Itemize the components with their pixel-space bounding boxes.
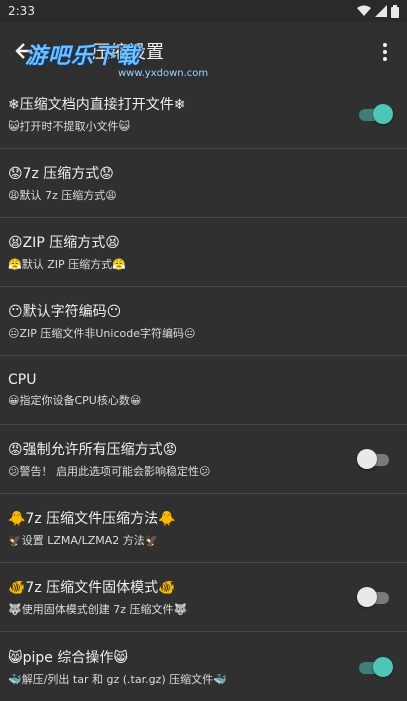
status-time: 2:33 [8, 4, 35, 18]
watermark-url: www.yxdown.com [118, 68, 209, 79]
setting-title: CPU [8, 372, 37, 388]
toggle-switch[interactable] [357, 104, 393, 124]
overflow-menu-button[interactable] [369, 32, 401, 72]
setting-pipe-operations[interactable]: 😸pipe 综合操作😸 🐳解压/列出 tar 和 gz (.tar.gz) 压缩文… [0, 632, 407, 701]
setting-zip-method[interactable]: 😫ZIP 压缩方式😫 😤默认 ZIP 压缩方式😤 [0, 218, 407, 287]
setting-title: 😡强制允许所有压缩方式😡 [8, 442, 178, 458]
setting-subtitle: 🐺使用固体模式创建 7z 压缩文件🐺 [8, 603, 188, 616]
setting-subtitle: 😤默认 ZIP 压缩方式😤 [8, 258, 126, 271]
setting-7z-method[interactable]: 😟7z 压缩方式😟 😩默认 7z 压缩方式😩 [0, 149, 407, 218]
setting-title: ❄压缩文档内直接打开文件❄ [8, 97, 186, 113]
setting-subtitle: 🐳解压/列出 tar 和 gz (.tar.gz) 压缩文件🐳 [8, 672, 227, 686]
setting-open-directly[interactable]: ❄压缩文档内直接打开文件❄ 😺打开时不提取小文件😺 [0, 80, 407, 149]
signal-icon [375, 5, 387, 17]
setting-subtitle: 😐ZIP 压缩文件非Unicode字符编码😐 [8, 327, 196, 340]
setting-force-all-methods[interactable]: 😡强制允许所有压缩方式😡 😕警告！ 启用此选项可能会影响稳定性😕 [0, 425, 407, 494]
setting-title: 🐥7z 压缩文件压缩方法🐥 [8, 511, 176, 527]
setting-subtitle: 😩默认 7z 压缩方式😩 [8, 189, 117, 202]
status-bar: 2:33 [0, 0, 407, 22]
setting-title: 😶默认字符编码😶 [8, 304, 122, 320]
watermark-logo: 游吧乐下载 [25, 44, 141, 69]
wifi-icon [357, 5, 371, 16]
status-icons [357, 4, 399, 18]
setting-title: 😸pipe 综合操作😸 [8, 649, 128, 666]
setting-subtitle: 😕警告！ 启用此选项可能会影响稳定性😕 [8, 465, 211, 478]
more-vert-icon [383, 43, 387, 61]
setting-title: 😟7z 压缩方式😟 [8, 166, 114, 182]
battery-icon [391, 4, 399, 18]
setting-title: 😫ZIP 压缩方式😫 [8, 235, 120, 251]
settings-list: ❄压缩文档内直接打开文件❄ 😺打开时不提取小文件😺 😟7z 压缩方式😟 😩默认 7z… [0, 80, 407, 701]
setting-subtitle: 😺打开时不提取小文件😺 [8, 120, 130, 133]
setting-7z-solid-mode[interactable]: 🐠7z 压缩文件固体模式🐠 🐺使用固体模式创建 7z 压缩文件🐺 [0, 563, 407, 632]
toolbar: 压缩设置 游吧乐下载 www.yxdown.com [0, 22, 407, 80]
setting-cpu[interactable]: CPU 😀指定你设备CPU核心数😀 [0, 356, 407, 425]
toggle-switch[interactable] [357, 587, 393, 607]
setting-charset[interactable]: 😶默认字符编码😶 😐ZIP 压缩文件非Unicode字符编码😐 [0, 287, 407, 356]
toggle-switch[interactable] [357, 656, 393, 677]
setting-7z-compress-method[interactable]: 🐥7z 压缩文件压缩方法🐥 🦅设置 LZMA/LZMA2 方法🦅 [0, 494, 407, 563]
toggle-switch[interactable] [357, 449, 393, 469]
setting-subtitle: 😀指定你设备CPU核心数😀 [8, 394, 142, 407]
setting-subtitle: 🦅设置 LZMA/LZMA2 方法🦅 [8, 534, 159, 547]
setting-title: 🐠7z 压缩文件固体模式🐠 [8, 580, 176, 596]
